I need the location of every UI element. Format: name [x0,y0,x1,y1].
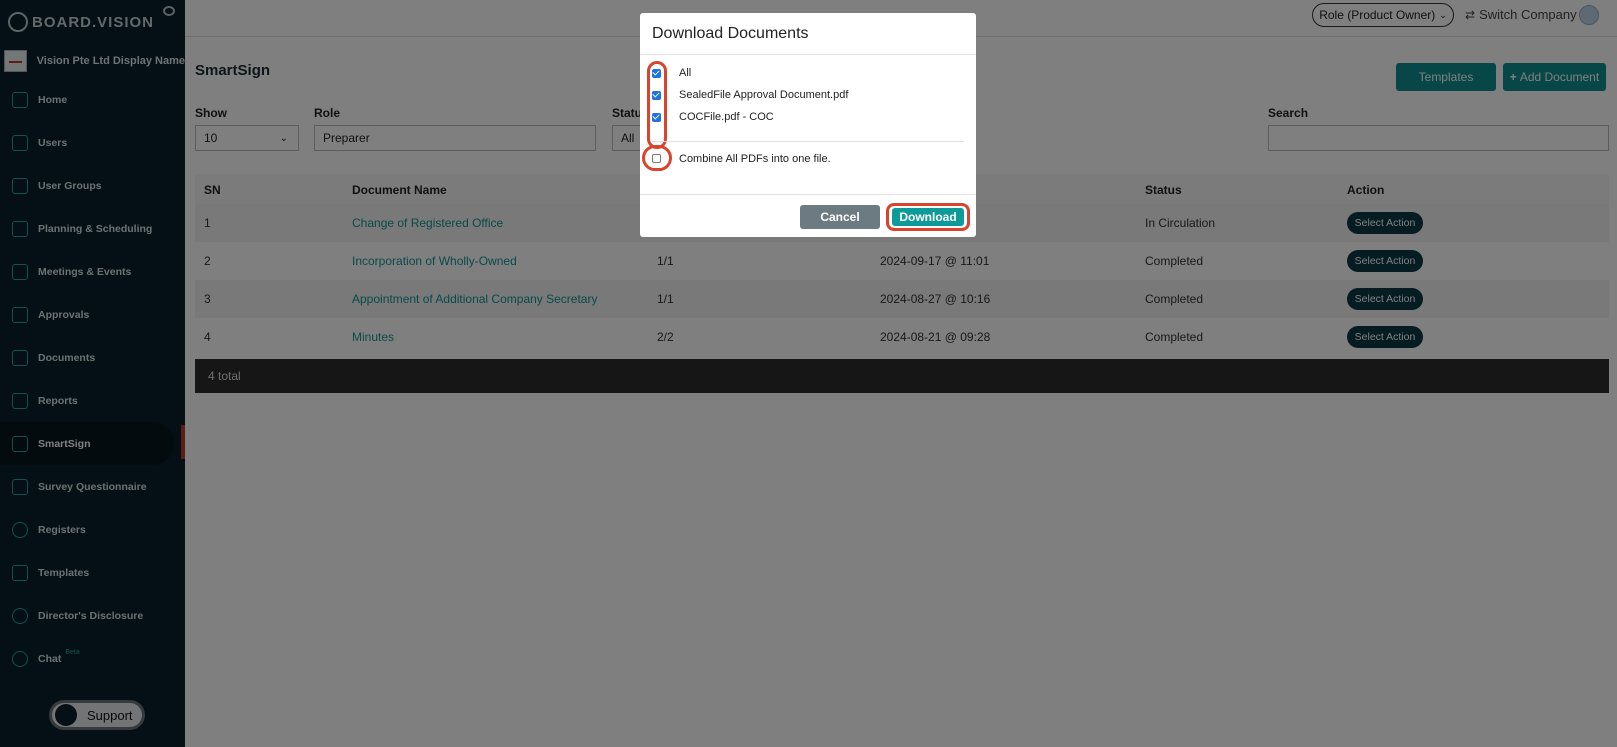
divider [640,54,976,55]
divider [652,141,964,142]
checkbox-combine-pdfs[interactable] [652,154,661,163]
download-button-highlight: Download [886,203,970,231]
divider [640,194,976,195]
option-sealedfile-label: SealedFile Approval Document.pdf [679,89,849,101]
checkbox-sealedfile[interactable] [652,91,661,100]
combine-pdfs-label: Combine All PDFs into one file. [679,153,831,165]
checkbox-cocfile[interactable] [652,113,661,122]
option-cocfile-label: COCFile.pdf - COC [679,111,774,123]
download-documents-modal: Download Documents All SealedFile Approv… [640,13,976,237]
modal-title: Download Documents [652,25,809,42]
checkbox-all[interactable] [652,69,661,78]
option-all-label: All [679,67,692,79]
download-button[interactable]: Download [892,208,964,226]
cancel-button[interactable]: Cancel [800,205,880,229]
